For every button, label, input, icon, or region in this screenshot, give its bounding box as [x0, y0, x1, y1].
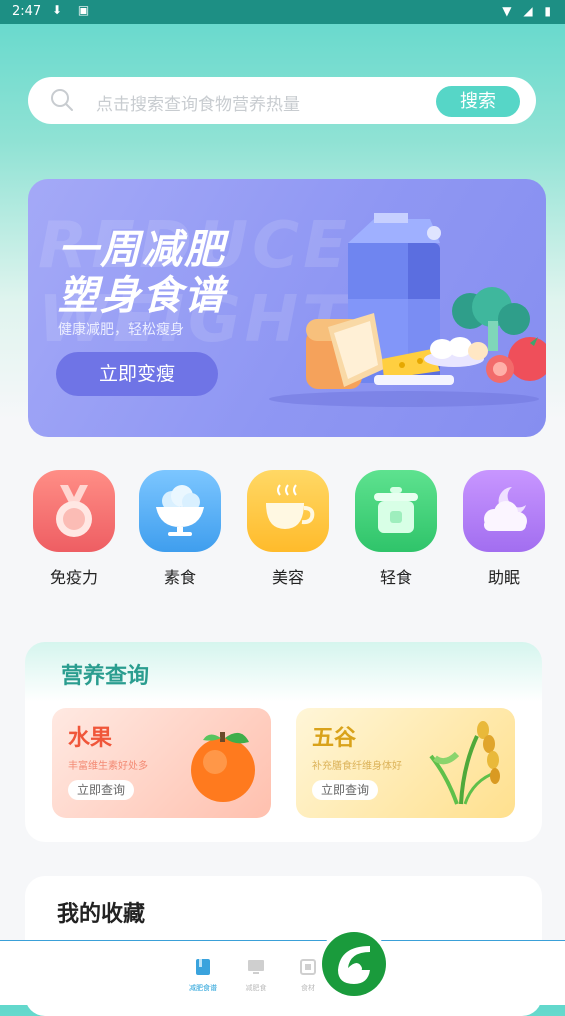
category-sleep-aid[interactable]: 助眠	[462, 470, 546, 588]
query-now-button[interactable]: 立即查询	[312, 780, 379, 800]
notification-icons: ⬇ ▣	[52, 3, 96, 17]
grain-card[interactable]: 五谷 补充膳食纤维身体好 立即查询	[296, 708, 515, 818]
book-icon	[196, 959, 210, 975]
category-beauty[interactable]: 美容	[246, 470, 330, 588]
salad-bowl-icon	[139, 470, 221, 552]
search-button[interactable]: 搜索	[436, 86, 520, 117]
fruit-card[interactable]: 水果 丰富维生素好处多 立即查询	[52, 708, 271, 818]
system-icons: ▼ ◢ ▮	[502, 4, 555, 18]
category-light-meal[interactable]: 轻食	[354, 470, 438, 588]
nutrition-query-section: 营养查询 水果 丰富维生素好处多 立即查询 五谷 补充膳食纤维身体好 立即查询	[25, 642, 542, 842]
moon-cloud-icon	[463, 470, 545, 552]
banner-subtitle: 健康减肥，轻松瘦身	[58, 322, 184, 338]
start-slimming-button[interactable]: 立即变瘦	[56, 352, 218, 396]
cooking-pot-icon	[355, 470, 437, 552]
food-description: 补充膳食纤维身体好	[312, 761, 402, 772]
tab-label: 减肥食谱	[189, 984, 217, 992]
section-title: 营养查询	[61, 664, 150, 689]
orange-fruit-icon	[191, 732, 255, 802]
grid-box-icon	[300, 959, 316, 975]
monitor-icon	[248, 960, 264, 974]
food-name: 水果	[68, 726, 113, 751]
breakfast-food-illustration	[269, 213, 546, 407]
coffee-cup-icon	[247, 470, 329, 552]
food-description: 丰富维生素好处多	[68, 761, 148, 772]
tab-diet-food[interactable]: 减肥食	[236, 957, 276, 993]
banner-title-line2: 塑身食谱	[58, 273, 226, 319]
category-label: 助眠	[487, 568, 520, 587]
diet-banner[interactable]: REDUCE WEIGHT 一周减肥 塑身食谱 健康减肥，轻松瘦身 立即变瘦	[28, 179, 546, 437]
category-label: 素食	[163, 568, 196, 587]
search-input[interactable]: 点击搜索查询食物营养热量	[96, 90, 300, 115]
status-bar: 2:47 ⬇ ▣ ▼ ◢ ▮	[0, 0, 565, 24]
query-now-button[interactable]: 立即查询	[68, 780, 135, 800]
tab-diet-recipes[interactable]: 减肥食谱	[183, 957, 223, 993]
category-label: 美容	[271, 568, 304, 587]
category-immunity[interactable]: 免疫力	[32, 470, 116, 588]
section-title: 我的收藏	[57, 902, 146, 927]
food-name: 五谷	[312, 726, 357, 751]
leaf-logo-icon[interactable]	[318, 928, 390, 1000]
status-time: 2:47	[12, 4, 42, 19]
category-label: 轻食	[379, 568, 412, 587]
category-vegetarian[interactable]: 素食	[138, 470, 222, 588]
medal-icon	[33, 470, 115, 552]
search-icon	[51, 89, 73, 111]
search-bar[interactable]: 点击搜索查询食物营养热量 搜索	[28, 77, 536, 124]
tab-label: 减肥食	[245, 984, 267, 992]
bottom-navigation: 减肥食谱 减肥食 食材	[0, 940, 565, 1005]
category-label: 免疫力	[49, 568, 98, 587]
wheat-grain-icon	[429, 721, 500, 805]
tab-label: 食材	[301, 984, 315, 992]
